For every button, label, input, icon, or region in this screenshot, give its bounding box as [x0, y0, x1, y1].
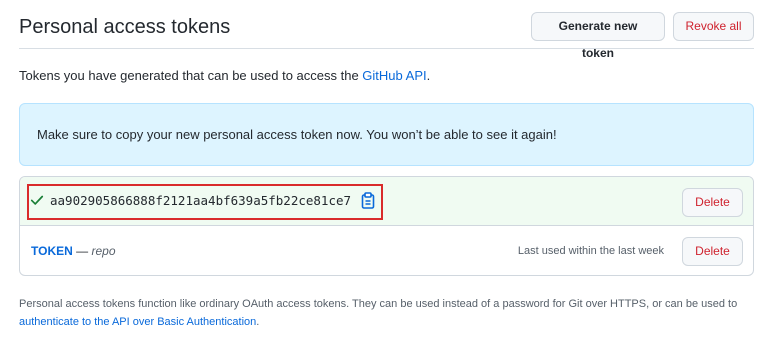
- delete-existing-token-button[interactable]: Delete: [682, 237, 743, 266]
- existing-token-row: TOKEN — repo Last used within the last w…: [20, 226, 753, 275]
- flash-message: Make sure to copy your new personal acce…: [37, 127, 557, 142]
- token-name-link[interactable]: TOKEN: [31, 244, 73, 258]
- footer-suffix: .: [256, 316, 260, 328]
- intro-text-suffix: .: [426, 68, 431, 83]
- footer-note: Personal access tokens function like ord…: [19, 295, 759, 331]
- github-api-link[interactable]: GitHub API: [362, 68, 426, 83]
- revoke-all-button[interactable]: Revoke all: [673, 12, 754, 41]
- token-separator: —: [72, 244, 92, 258]
- clipboard-icon[interactable]: [361, 192, 375, 209]
- settings-page: Personal access tokens Generate new toke…: [0, 0, 778, 337]
- new-token-value[interactable]: aa902905866888f2121aa4bf639a5fb22ce81ce7: [50, 192, 351, 210]
- delete-new-token-button[interactable]: Delete: [682, 188, 743, 217]
- existing-token-name: TOKEN — repo: [31, 243, 116, 259]
- intro-text: Tokens you have generated that can be us…: [19, 67, 430, 85]
- token-scope: repo: [91, 244, 116, 258]
- basic-auth-link[interactable]: authenticate to the API over Basic Authe…: [19, 316, 256, 328]
- token-list: aa902905866888f2121aa4bf639a5fb22ce81ce7…: [19, 176, 754, 276]
- header-divider: [19, 48, 754, 49]
- check-icon: [30, 195, 44, 205]
- last-used-text: Last used within the last week: [517, 245, 664, 257]
- generate-new-token-button[interactable]: Generate new token: [531, 12, 665, 60]
- new-token-row: aa902905866888f2121aa4bf639a5fb22ce81ce7…: [20, 177, 753, 226]
- intro-text-body: Tokens you have generated that can be us…: [19, 68, 363, 83]
- footer-text: Personal access tokens function like ord…: [19, 298, 738, 310]
- flash-notice: Make sure to copy your new personal acce…: [19, 103, 754, 166]
- page-title: Personal access tokens: [19, 16, 231, 38]
